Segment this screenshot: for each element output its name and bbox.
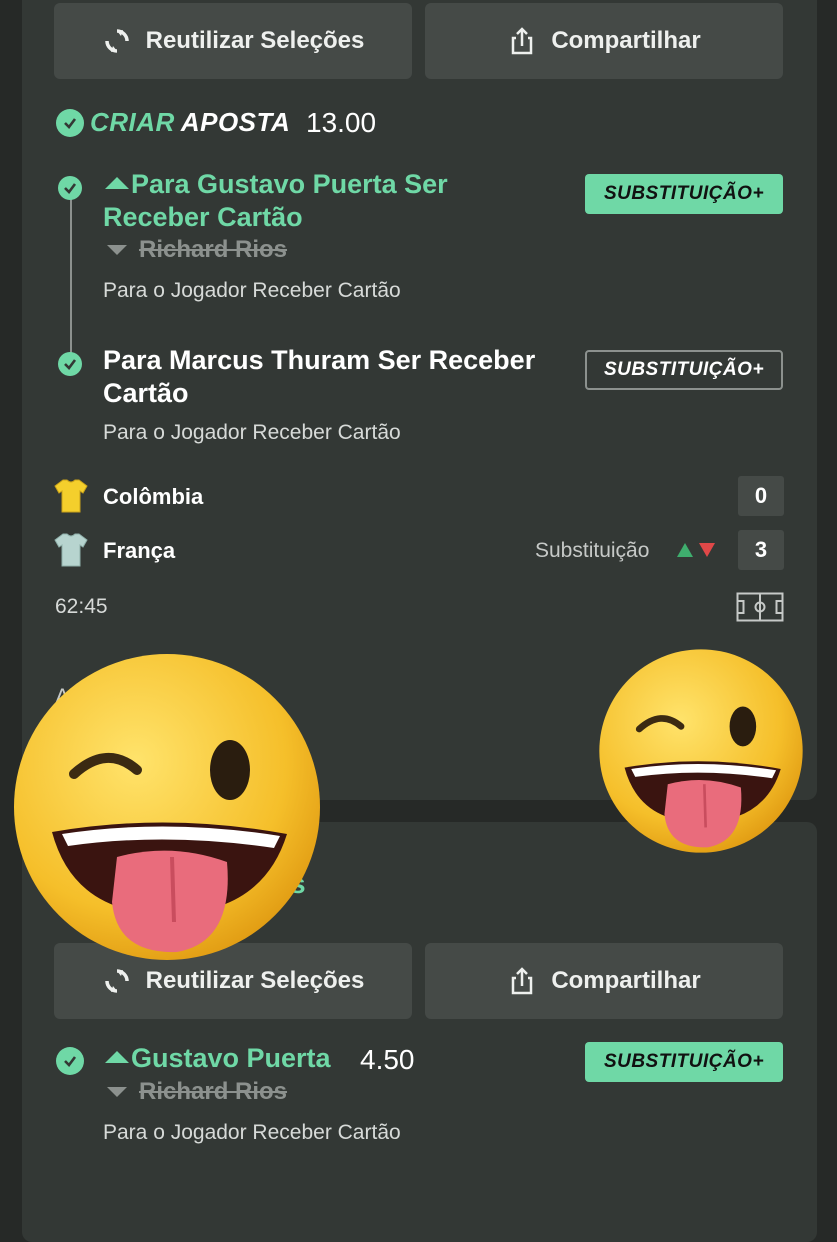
refresh-icon — [104, 29, 129, 53]
share-icon — [512, 967, 533, 995]
refresh-icon — [104, 969, 129, 993]
team-home-score: 0 — [738, 476, 784, 516]
team-away-score: 3 — [738, 530, 784, 570]
share-label: Compartilhar — [551, 27, 701, 54]
card2-replaced-player: Richard Rios — [105, 1078, 287, 1106]
bet-builder-title: CRIAR APOSTA — [90, 107, 290, 138]
total-odds: 13.00 — [306, 107, 377, 138]
reuse-selections-button[interactable]: Reutilizar Seleções — [54, 3, 412, 79]
selection-1-line1: Para Gustavo Puerta Ser — [131, 169, 448, 199]
selection-1-title: Para Gustavo Puerta Ser Receber Cartão — [103, 168, 448, 234]
selection-2-line2: Cartão — [103, 378, 189, 408]
criar-label: CRIAR — [90, 107, 175, 137]
france-shirt-icon — [54, 532, 88, 573]
reuse-selections-label-2: Reutilizar Seleções — [145, 967, 365, 994]
pitch-icon[interactable] — [736, 592, 784, 627]
card2-odds: 4.50 — [360, 1044, 415, 1075]
card2-replaced-player-name: Richard Rios — [139, 1078, 288, 1105]
match-time: 62:45 — [55, 595, 108, 618]
share-button[interactable]: Compartilhar — [425, 3, 783, 79]
replaced-player-1-name: Richard Rios — [139, 236, 288, 263]
selection-check-icon — [58, 176, 82, 200]
arrow-up-icon — [103, 166, 131, 199]
selection-1-market: Para o Jogador Receber Cartão — [103, 279, 401, 302]
substitution-text: Substituição — [535, 539, 650, 562]
card2-substitution-plus-badge[interactable]: SUBSTITUIÇÃO+ — [585, 1042, 783, 1082]
card2-selection-name: Gustavo Puerta — [131, 1043, 331, 1073]
substitution-plus-badge-2[interactable]: SUBSTITUIÇÃO+ — [585, 350, 783, 390]
selection-check-icon — [58, 352, 82, 376]
arrow-up-icon — [103, 1040, 131, 1073]
aposta-label: APOSTA — [180, 107, 291, 137]
selection-timeline — [70, 193, 72, 353]
card2-market: Para o Jogador Receber Cartão — [103, 1121, 401, 1144]
share-label-2: Compartilhar — [551, 967, 701, 994]
winking-tongue-emoji-small — [599, 649, 803, 853]
substitution-plus-badge-1[interactable]: SUBSTITUIÇÃO+ — [585, 174, 783, 214]
winking-tongue-emoji-large — [14, 654, 320, 960]
team-away-name: França — [103, 538, 176, 563]
arrow-up-green-icon — [676, 542, 694, 563]
team-home-name: Colômbia — [103, 484, 204, 509]
share-button-2[interactable]: Compartilhar — [425, 943, 783, 1019]
chevron-down-icon — [107, 1087, 127, 1097]
selection-check-icon — [56, 1047, 84, 1075]
bet-builder-check-icon — [56, 109, 84, 137]
selection-2-line1: Para Marcus Thuram Ser Receber — [103, 345, 536, 375]
arrow-down-red-icon — [698, 542, 716, 563]
reuse-selections-label: Reutilizar Seleções — [145, 27, 365, 54]
card2-selection-title: Gustavo Puerta — [103, 1042, 331, 1075]
colombia-shirt-icon — [54, 478, 88, 519]
selection-2-title: Para Marcus Thuram Ser Receber Cartão — [103, 344, 535, 410]
selection-2-market: Para o Jogador Receber Cartão — [103, 421, 401, 444]
replaced-player-1: Richard Rios — [105, 236, 287, 264]
chevron-down-icon — [107, 245, 127, 255]
selection-1-line2: Receber Cartão — [103, 202, 303, 232]
share-icon — [512, 27, 533, 55]
